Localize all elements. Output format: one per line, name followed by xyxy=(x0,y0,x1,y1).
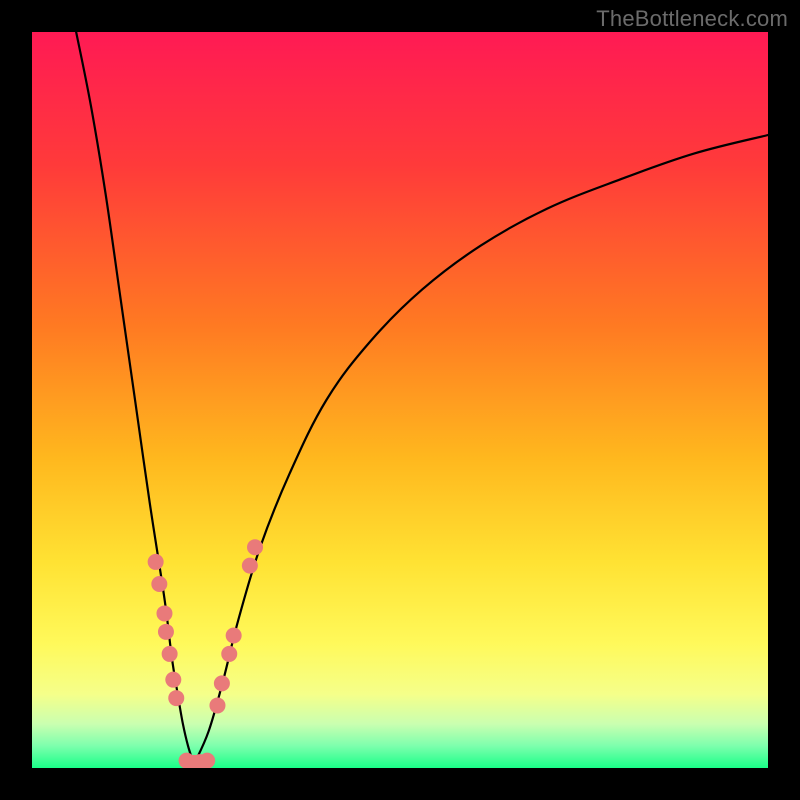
scatter-point xyxy=(165,672,181,688)
scatter-points xyxy=(148,539,263,768)
scatter-point xyxy=(226,628,242,644)
scatter-point xyxy=(168,690,184,706)
scatter-point xyxy=(148,554,164,570)
watermark-label: TheBottleneck.com xyxy=(596,6,788,32)
scatter-point xyxy=(242,558,258,574)
scatter-point xyxy=(247,539,263,555)
scatter-point xyxy=(158,624,174,640)
scatter-point xyxy=(214,675,230,691)
scatter-point xyxy=(221,646,237,662)
scatter-point xyxy=(209,697,225,713)
plot-area xyxy=(32,32,768,768)
scatter-point xyxy=(156,605,172,621)
chart-frame: TheBottleneck.com xyxy=(0,0,800,800)
curve-right-branch xyxy=(194,135,768,764)
curve-layer xyxy=(32,32,768,768)
scatter-point xyxy=(151,576,167,592)
scatter-point xyxy=(199,753,215,768)
scatter-point xyxy=(162,646,178,662)
